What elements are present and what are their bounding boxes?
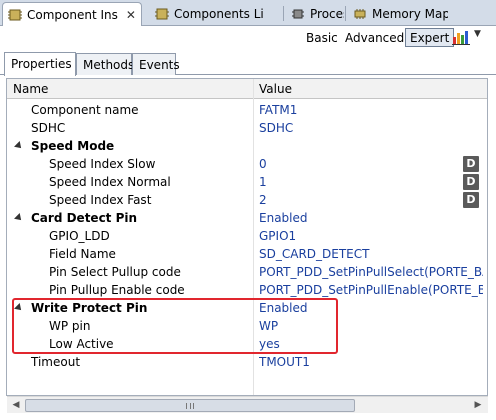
component-icon xyxy=(8,9,22,21)
default-button[interactable]: D xyxy=(463,192,479,208)
basic-button[interactable]: Basic xyxy=(306,31,338,45)
property-name: Pin Select Pullup code xyxy=(49,265,181,279)
default-button[interactable]: D xyxy=(463,156,479,172)
tab-properties[interactable]: Properties xyxy=(4,52,76,76)
grip-icon xyxy=(186,403,194,409)
property-name: SDHC xyxy=(31,121,66,135)
table-row[interactable]: Component name FATM1 xyxy=(7,101,487,119)
group-name: Card Detect Pin xyxy=(31,211,138,225)
default-button[interactable]: D xyxy=(463,174,479,190)
table-row[interactable]: Pin Pullup Enable code PORT_PDD_SetPinPu… xyxy=(7,281,487,299)
tab-processor[interactable]: Processor xyxy=(286,2,344,26)
property-name: Pin Pullup Enable code xyxy=(49,283,185,297)
property-name: Speed Index Fast xyxy=(49,193,152,207)
property-name: Speed Index Normal xyxy=(49,175,171,189)
editor-tab-strip: Component Ins ✕ Components Li Processor … xyxy=(0,0,496,27)
property-value[interactable]: TMOUT1 xyxy=(259,355,483,369)
property-value[interactable]: PORT_PDD_SetPinPullSelect(PORTE_BA... xyxy=(259,265,483,279)
table-row[interactable]: Speed Index Slow 0 D xyxy=(7,155,487,173)
tab-component-inspector[interactable]: Component Ins ✕ xyxy=(2,2,142,27)
horizontal-scrollbar[interactable]: ◀ ▶ xyxy=(7,396,488,413)
tab-label: Memory Map xyxy=(372,7,448,21)
property-value[interactable]: Enabled xyxy=(259,211,483,225)
scroll-right-icon[interactable]: ▶ xyxy=(470,398,486,413)
property-value[interactable]: 1 xyxy=(259,175,483,189)
tab-label: Components Li xyxy=(174,7,264,21)
table-row[interactable]: SDHC SDHC xyxy=(7,119,487,137)
scroll-left-icon[interactable]: ◀ xyxy=(8,398,24,413)
property-name: Component name xyxy=(31,103,139,117)
property-value[interactable]: 2 xyxy=(259,193,483,207)
tab-events[interactable]: Events xyxy=(132,53,180,75)
property-value[interactable]: SDHC xyxy=(259,121,483,135)
chevron-down-icon[interactable]: ▼ xyxy=(474,29,481,39)
property-name: Speed Index Slow xyxy=(49,157,156,171)
component-icon xyxy=(155,8,169,20)
expand-icon[interactable] xyxy=(14,141,24,151)
table-row[interactable]: Timeout TMOUT1 xyxy=(7,353,487,371)
tab-methods[interactable]: Methods xyxy=(76,53,134,75)
tab-label: Processor xyxy=(310,7,344,21)
tab-components-library[interactable]: Components Li xyxy=(150,2,282,26)
property-name: Timeout xyxy=(31,355,81,369)
inspector-tabs: Properties Methods Events xyxy=(0,50,496,76)
property-value[interactable]: PORT_PDD_SetPinPullEnable(PORTE_B... xyxy=(259,283,483,297)
chip-icon xyxy=(354,9,366,19)
expand-icon[interactable] xyxy=(14,213,24,223)
table-row-group[interactable]: Speed Mode xyxy=(7,137,487,155)
table-row-group[interactable]: Card Detect Pin Enabled xyxy=(7,209,487,227)
expert-button[interactable]: Expert xyxy=(405,28,455,47)
property-value[interactable]: SD_CARD_DETECT xyxy=(259,247,483,261)
chart-icon[interactable] xyxy=(452,29,470,45)
property-value[interactable]: GPIO1 xyxy=(259,229,483,243)
table-row[interactable]: Pin Select Pullup code PORT_PDD_SetPinPu… xyxy=(7,263,487,281)
scrollbar-thumb[interactable] xyxy=(25,399,355,412)
chip-icon xyxy=(292,9,304,19)
close-icon[interactable]: ✕ xyxy=(126,8,136,22)
table-row[interactable]: GPIO_LDD GPIO1 xyxy=(7,227,487,245)
property-value[interactable]: 0 xyxy=(259,157,483,171)
advanced-button[interactable]: Advanced xyxy=(345,31,404,45)
table-row[interactable]: Speed Index Normal 1 D xyxy=(7,173,487,191)
group-name: Speed Mode xyxy=(31,139,115,153)
column-header-name: Name xyxy=(13,82,49,96)
property-value[interactable]: FATM1 xyxy=(259,103,483,117)
tab-memory-map[interactable]: Memory Map xyxy=(348,2,448,26)
property-name: Field Name xyxy=(49,247,116,261)
view-level-toolbar: Basic Advanced Expert ▼ xyxy=(0,26,496,48)
table-row[interactable]: Field Name SD_CARD_DETECT xyxy=(7,245,487,263)
column-header-value: Value xyxy=(259,82,292,96)
property-name: GPIO_LDD xyxy=(49,229,110,243)
table-row[interactable]: Speed Index Fast 2 D xyxy=(7,191,487,209)
table-header: Name Value xyxy=(7,79,487,99)
tab-label: Component Ins xyxy=(27,8,118,22)
highlight-box xyxy=(12,298,338,354)
